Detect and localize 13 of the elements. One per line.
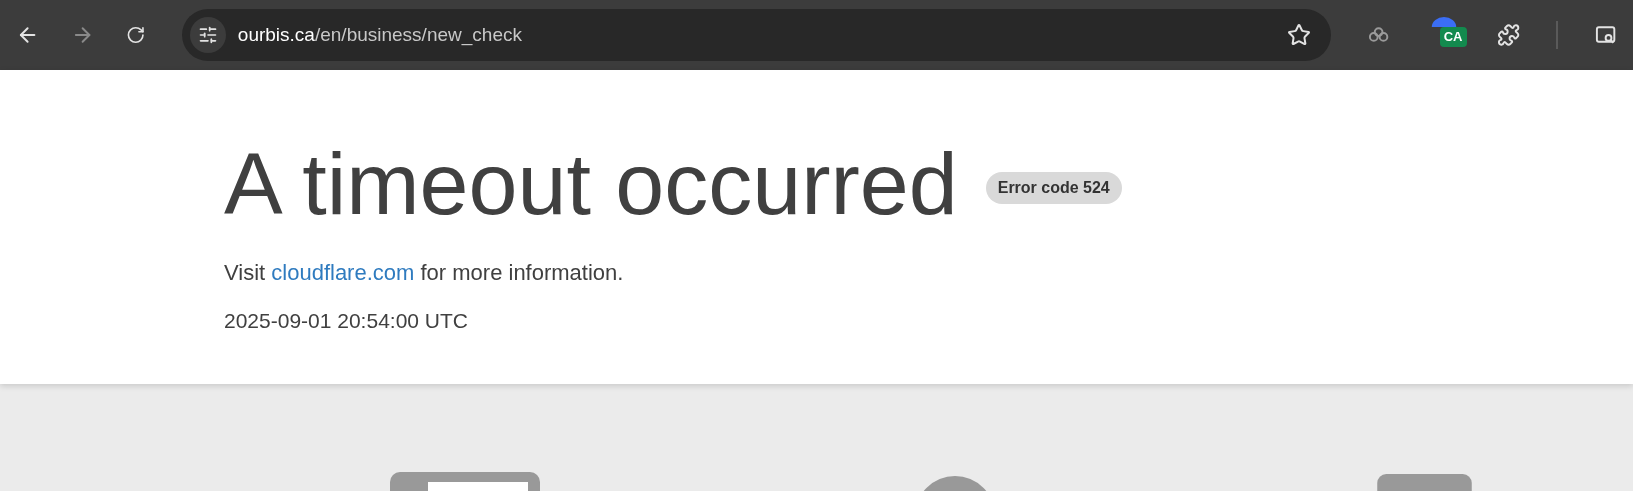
- extension-badge: CA: [1439, 27, 1467, 47]
- info-text: Visit cloudflare.com for more information.: [224, 259, 625, 287]
- error-code-badge: Error code 524: [985, 172, 1122, 204]
- timestamp-text: 2025-09-01 20:54:00 UTC: [224, 308, 469, 334]
- address-bar[interactable]: ourbis.ca/en/business/new_check: [181, 9, 1331, 61]
- cloudflare-link[interactable]: cloudflare.com: [271, 260, 415, 285]
- reload-icon[interactable]: [126, 25, 146, 45]
- site-settings-icon: [197, 25, 218, 45]
- url-text: ourbis.ca/en/business/new_check: [237, 22, 522, 48]
- bookmark-star-icon[interactable]: [1286, 23, 1311, 47]
- site-info-button[interactable]: [189, 17, 226, 53]
- page-title: A timeout occurred: [224, 140, 958, 228]
- extensions-icon[interactable]: [1496, 23, 1520, 47]
